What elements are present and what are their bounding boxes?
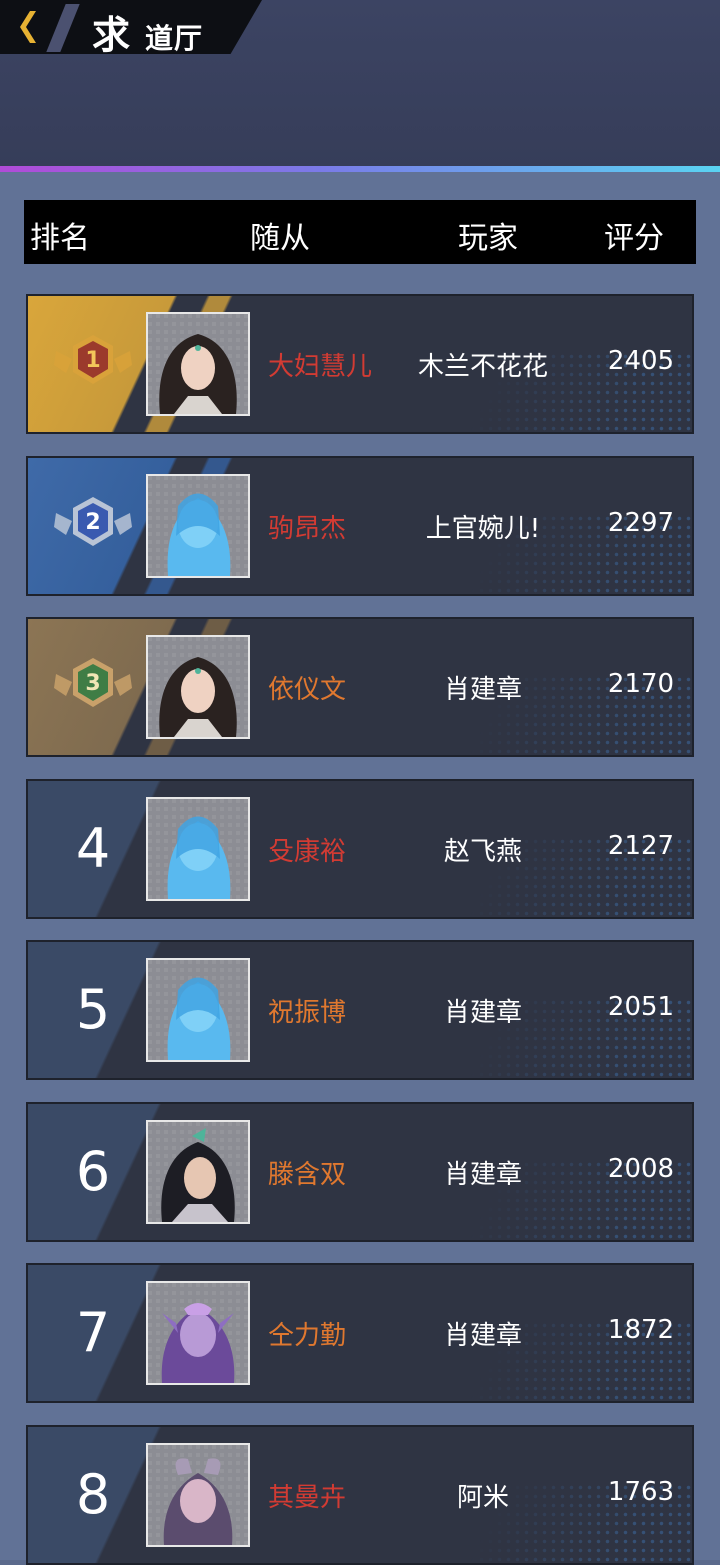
player-name: 肖建章	[443, 998, 522, 1028]
leaderboard-row[interactable]: 1 大妇慧儿 木兰不花花 2405	[26, 294, 694, 434]
svg-text:2: 2	[85, 510, 100, 535]
score-value: 1763	[607, 1477, 675, 1507]
leaderboard-row[interactable]: 5 祝振博 肖建章 2051	[26, 940, 694, 1080]
svg-text:1: 1	[85, 348, 100, 373]
player-name: 肖建章	[443, 1321, 522, 1351]
col-score: 评分	[604, 221, 664, 256]
companion-name: 殳康裕	[268, 837, 347, 867]
score-value: 2008	[607, 1154, 675, 1184]
rank-number: 8	[75, 1463, 111, 1526]
svg-text:3: 3	[85, 671, 100, 696]
companion-name: 仝力勤	[268, 1321, 347, 1351]
score-value: 2051	[607, 992, 675, 1022]
back-chevron-icon	[20, 11, 36, 43]
companion-name: 其曼卉	[268, 1483, 347, 1513]
column-header: 排名 随从 玩家 评分	[24, 200, 696, 264]
page-title-sub: 道厅	[145, 22, 204, 55]
player-name: 肖建章	[443, 1160, 522, 1190]
leaderboard-row[interactable]: 4 殳康裕 赵飞燕 2127	[26, 779, 694, 919]
rank-number: 7	[75, 1301, 111, 1364]
player-name: 上官婉儿!	[425, 514, 541, 544]
player-name: 肖建章	[443, 675, 522, 705]
companion-portrait[interactable]	[146, 1281, 250, 1385]
col-rank: 排名	[30, 221, 90, 256]
page-title-main: 求	[92, 13, 132, 57]
page-title: 求 道厅	[92, 4, 203, 57]
score-value: 2127	[607, 831, 675, 861]
companion-name: 滕含双	[268, 1160, 347, 1190]
companion-name: 驹昂杰	[268, 514, 347, 544]
top-bar: 求 道厅	[0, 0, 720, 168]
back-button[interactable]	[6, 6, 50, 48]
companion-portrait[interactable]	[146, 958, 250, 1062]
rank-number: 5	[75, 978, 111, 1041]
leaderboard-row[interactable]: 8 其曼卉 阿米 1763	[26, 1425, 694, 1565]
score-value: 2170	[607, 669, 675, 699]
companion-portrait[interactable]	[146, 635, 250, 739]
leaderboard-row[interactable]: 3 依仪文 肖建章 2170	[26, 617, 694, 757]
companion-name: 依仪文	[268, 675, 347, 705]
rank-number: 4	[75, 817, 111, 880]
rank-number: 6	[75, 1140, 111, 1203]
rank-silver-medal-icon: 2	[50, 491, 136, 557]
leaderboard-row[interactable]: 2 驹昂杰 上官婉儿! 2297	[26, 456, 694, 596]
companion-portrait[interactable]	[146, 1120, 250, 1224]
companion-name: 祝振博	[268, 998, 347, 1028]
score-value: 1872	[607, 1315, 675, 1345]
player-name: 赵飞燕	[443, 837, 522, 867]
player-name: 阿米	[456, 1483, 509, 1513]
companion-portrait[interactable]	[146, 474, 250, 578]
companion-portrait[interactable]	[146, 312, 250, 416]
rank-bronze-medal-icon: 3	[50, 652, 136, 718]
leaderboard-row[interactable]: 6 滕含双 肖建章 2008	[26, 1102, 694, 1242]
score-value: 2405	[607, 346, 675, 376]
rank-gold-medal-icon: 1	[50, 329, 136, 395]
companion-portrait[interactable]	[146, 1443, 250, 1547]
companion-portrait[interactable]	[146, 797, 250, 901]
player-name: 木兰不花花	[417, 352, 548, 382]
leaderboard-row[interactable]: 7 仝力勤 肖建章 1872	[26, 1263, 694, 1403]
score-value: 2297	[607, 508, 675, 538]
col-companion: 随从	[250, 221, 310, 256]
col-player: 玩家	[458, 221, 518, 256]
companion-name: 大妇慧儿	[268, 352, 373, 382]
